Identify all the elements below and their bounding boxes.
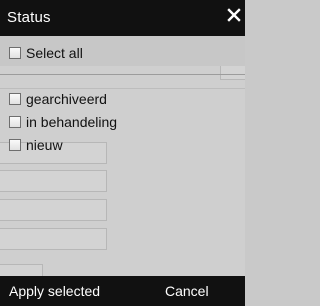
apply-selected-button[interactable]: Apply selected — [9, 283, 100, 299]
status-option-row[interactable]: gearchiveerd — [9, 91, 107, 107]
status-option-label: gearchiveerd — [26, 91, 107, 107]
select-all-checkbox[interactable] — [9, 47, 21, 59]
close-icon[interactable] — [225, 6, 243, 24]
status-filter-dialog: Status Select all gearchiveerd in behand… — [0, 0, 245, 306]
background-ghost-field — [0, 199, 107, 221]
status-option-row[interactable]: nieuw — [9, 137, 63, 153]
status-option-checkbox[interactable] — [9, 116, 21, 128]
dialog-footer: Apply selected Cancel — [0, 276, 245, 306]
status-option-label: in behandeling — [26, 114, 118, 130]
background-ghost-line — [0, 88, 245, 89]
cancel-button[interactable]: Cancel — [165, 283, 209, 299]
status-option-row[interactable]: in behandeling — [9, 114, 117, 130]
divider — [0, 74, 245, 75]
status-option-checkbox[interactable] — [9, 139, 21, 151]
status-option-label: nieuw — [26, 137, 63, 153]
background-ghost-field — [0, 170, 107, 192]
status-option-checkbox[interactable] — [9, 93, 21, 105]
background-ghost-field — [0, 228, 107, 250]
select-all-label: Select all — [26, 45, 83, 61]
dialog-title: Status — [7, 9, 51, 26]
dialog-titlebar: Status — [0, 0, 245, 36]
select-all-row[interactable]: Select all — [9, 45, 83, 61]
